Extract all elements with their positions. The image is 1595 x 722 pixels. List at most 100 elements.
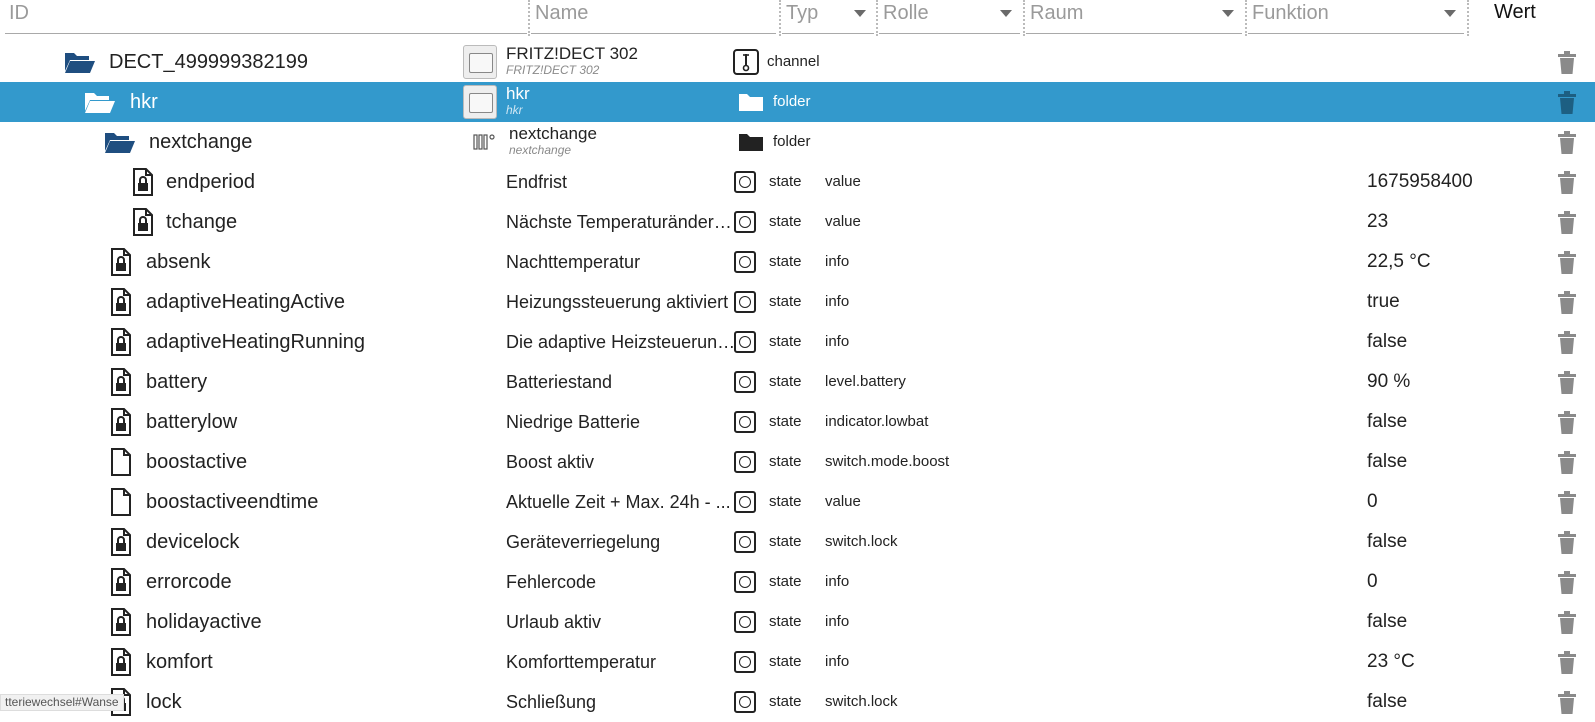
delete-icon[interactable] xyxy=(1557,331,1577,360)
tree-row[interactable]: boostactive Boost aktiv state switch.mode.b… xyxy=(0,442,1595,482)
funktion-filter-select[interactable]: Funktion xyxy=(1248,0,1464,34)
column-divider[interactable] xyxy=(1245,0,1247,36)
object-value[interactable]: 23 xyxy=(1367,202,1388,242)
object-value[interactable]: false xyxy=(1367,402,1407,442)
object-name: Boost aktiv xyxy=(506,452,595,472)
delete-icon[interactable] xyxy=(1557,291,1577,320)
tree-row[interactable]: holidayactive Urlaub aktiv state info false xyxy=(0,602,1595,642)
object-role: value xyxy=(825,493,861,510)
object-role: switch.lock xyxy=(825,533,898,550)
object-value[interactable]: false xyxy=(1367,442,1407,482)
name-filter-input[interactable]: Name xyxy=(531,0,776,34)
state-icon xyxy=(734,402,756,442)
channel-icon xyxy=(733,42,759,82)
folder-open-icon[interactable] xyxy=(104,122,136,162)
tree-row[interactable]: boostactiveendtime Aktuelle Zeit + Max. 2… xyxy=(0,482,1595,522)
state-icon xyxy=(734,522,756,562)
object-value[interactable]: true xyxy=(1367,282,1400,322)
object-type: state xyxy=(769,453,802,470)
locked-file-icon xyxy=(110,362,132,402)
tree-row[interactable]: komfort Komforttemperatur state info 23 °C xyxy=(0,642,1595,682)
object-type: state xyxy=(769,693,802,710)
tree-row[interactable]: absenk Nachttemperatur state info 22,5 °C xyxy=(0,242,1595,282)
object-id: tchange xyxy=(166,211,238,233)
object-id: boostactive xyxy=(146,451,248,473)
object-type: state xyxy=(769,253,802,270)
object-value[interactable]: 0 xyxy=(1367,562,1378,602)
column-divider[interactable] xyxy=(779,0,781,36)
object-value[interactable]: 23 °C xyxy=(1367,642,1415,682)
delete-icon[interactable] xyxy=(1557,411,1577,440)
object-name-sub: FRITZ!DECT 302 xyxy=(506,63,600,77)
tree-row[interactable]: tchange Nächste Temperaturänderu... state v… xyxy=(0,202,1595,242)
tree-row[interactable]: hkr hkr hkr folder xyxy=(0,82,1595,122)
object-type: folder xyxy=(773,133,811,150)
locked-file-icon xyxy=(110,602,132,642)
delete-icon[interactable] xyxy=(1557,371,1577,400)
id-filter-input[interactable]: ID xyxy=(5,0,527,34)
typ-filter-select[interactable]: Typ xyxy=(782,0,874,34)
object-type: state xyxy=(769,413,802,430)
object-role: level.battery xyxy=(825,373,906,390)
object-id: battery xyxy=(146,371,208,393)
column-divider[interactable] xyxy=(876,0,878,36)
object-value[interactable]: 0 xyxy=(1367,482,1378,522)
object-type: channel xyxy=(767,53,820,70)
folder-open-icon[interactable] xyxy=(84,82,116,122)
object-value[interactable]: 90 % xyxy=(1367,362,1410,402)
tree-row[interactable]: endperiod Endfrist state value 1675958400 xyxy=(0,162,1595,202)
delete-icon[interactable] xyxy=(1557,531,1577,560)
tree-row[interactable]: adaptiveHeatingActive Heizungssteuerung a… xyxy=(0,282,1595,322)
delete-icon[interactable] xyxy=(1557,451,1577,480)
file-icon xyxy=(110,482,132,522)
object-value[interactable]: false xyxy=(1367,522,1407,562)
filter-bar: ID Name Typ Rolle Raum Funktion Wert xyxy=(0,0,1595,40)
tree-row[interactable]: battery Batteriestand state level.battery 90… xyxy=(0,362,1595,402)
locked-file-icon xyxy=(110,282,132,322)
status-bar-url: tteriewechsel#Wanse xyxy=(0,694,124,711)
object-value[interactable]: false xyxy=(1367,682,1407,722)
rolle-filter-select[interactable]: Rolle xyxy=(879,0,1020,34)
object-role: info xyxy=(825,293,850,310)
state-icon xyxy=(734,562,756,602)
delete-icon[interactable] xyxy=(1557,491,1577,520)
delete-icon[interactable] xyxy=(1557,611,1577,640)
tree-row[interactable]: errorcode Fehlercode state info 0 xyxy=(0,562,1595,602)
column-divider[interactable] xyxy=(1467,0,1469,36)
delete-icon[interactable] xyxy=(1557,51,1577,80)
object-id: batterylow xyxy=(146,411,238,433)
object-name-sub: hkr xyxy=(506,103,523,117)
object-type: state xyxy=(769,333,802,350)
object-id: hkr xyxy=(130,91,158,113)
object-value[interactable]: 1675958400 xyxy=(1367,162,1473,202)
delete-icon[interactable] xyxy=(1557,211,1577,240)
raum-filter-select[interactable]: Raum xyxy=(1026,0,1242,34)
delete-icon[interactable] xyxy=(1557,571,1577,600)
delete-icon[interactable] xyxy=(1557,171,1577,200)
delete-icon[interactable] xyxy=(1557,651,1577,680)
tree-row[interactable]: DECT_499999382199 FRITZ!DECT 302 FRITZ!DEC… xyxy=(0,42,1595,82)
column-divider[interactable] xyxy=(1023,0,1025,36)
delete-icon[interactable] xyxy=(1557,691,1577,720)
column-divider[interactable] xyxy=(528,0,530,36)
object-id: absenk xyxy=(146,251,211,273)
object-id: lock xyxy=(146,691,182,713)
tree-row[interactable]: batterylow Niedrige Batterie state indicato… xyxy=(0,402,1595,442)
delete-icon[interactable] xyxy=(1557,131,1577,160)
folder-open-icon[interactable] xyxy=(64,42,96,82)
object-id: nextchange xyxy=(149,131,253,153)
tree-row[interactable]: nextchange nextchange nextchange folder xyxy=(0,122,1595,162)
delete-icon[interactable] xyxy=(1557,251,1577,280)
object-name: Komforttemperatur xyxy=(506,652,657,672)
object-value[interactable]: false xyxy=(1367,322,1407,362)
folder-icon xyxy=(738,122,764,162)
tree-row[interactable]: devicelock Geräteverriegelung state switch.… xyxy=(0,522,1595,562)
delete-icon[interactable] xyxy=(1557,91,1577,120)
object-value[interactable]: 22,5 °C xyxy=(1367,242,1431,282)
object-name-main: hkr xyxy=(506,84,530,103)
tree-row[interactable]: adaptiveHeatingRunning Die adaptive Heizs… xyxy=(0,322,1595,362)
tree-row[interactable]: lock Schließung state switch.lock false xyxy=(0,682,1595,722)
object-role: info xyxy=(825,653,850,670)
object-name: FRITZ!DECT 302 FRITZ!DECT 302 xyxy=(506,44,638,78)
object-value[interactable]: false xyxy=(1367,602,1407,642)
